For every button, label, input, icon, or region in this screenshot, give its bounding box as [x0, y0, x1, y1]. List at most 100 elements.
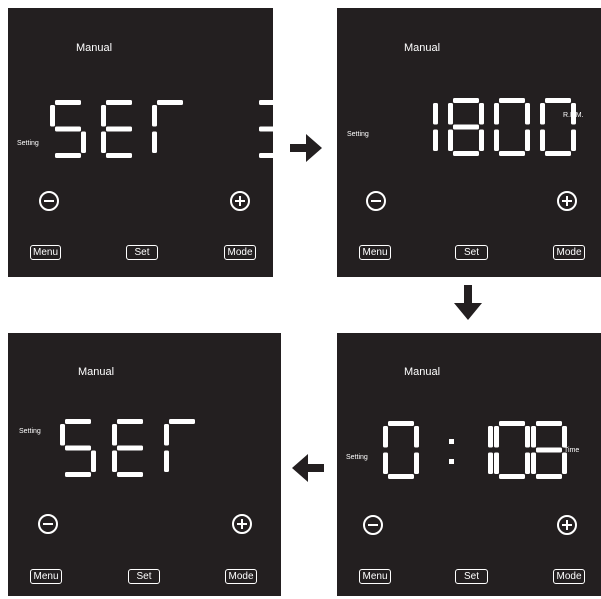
digit-1 — [101, 100, 132, 158]
segment-f — [540, 103, 545, 125]
arrow-down-icon — [454, 285, 482, 320]
segment-f — [383, 426, 388, 448]
set-button[interactable]: Set — [455, 245, 488, 260]
menu-button[interactable]: Menu — [359, 245, 391, 260]
menu-button[interactable]: Menu — [359, 569, 391, 584]
segment-g — [259, 126, 285, 132]
segment-g — [453, 124, 479, 130]
segment-e — [101, 131, 106, 153]
segment-f — [112, 424, 117, 446]
minus-icon — [44, 200, 54, 202]
segment-d — [106, 153, 132, 158]
segment-d — [117, 472, 143, 477]
seven-segment-display — [60, 419, 195, 477]
segment-b — [285, 105, 290, 127]
segment-d — [499, 474, 525, 479]
segment-e — [494, 129, 499, 151]
segment-d — [545, 151, 571, 156]
minus-icon — [368, 524, 378, 526]
minus-button[interactable] — [38, 514, 58, 534]
digit-0 — [50, 100, 86, 158]
set-button[interactable]: Set — [455, 569, 488, 584]
segment-c — [414, 452, 419, 474]
segment-d — [388, 474, 414, 479]
segment-a — [388, 421, 414, 426]
seven-segment-display — [433, 98, 576, 156]
segment-f — [50, 105, 55, 127]
colon-dot-1 — [449, 459, 454, 464]
colon-dot-0 — [449, 439, 454, 444]
set-button[interactable]: Set — [128, 569, 160, 584]
mode-button[interactable]: Mode — [225, 569, 257, 584]
mode-button[interactable]: Mode — [553, 569, 585, 584]
segment-b — [433, 103, 438, 125]
digit-1 — [448, 98, 484, 156]
digit-2 — [152, 100, 183, 153]
plus-button[interactable] — [230, 191, 250, 211]
segment-a — [157, 100, 183, 105]
digit-3 — [540, 98, 576, 156]
segment-d — [453, 151, 479, 156]
segment-b — [479, 103, 484, 125]
digit-2 — [494, 98, 530, 156]
segment-a — [259, 100, 285, 105]
minus-button[interactable] — [39, 191, 59, 211]
segment-g — [106, 126, 132, 132]
segment-d — [499, 151, 525, 156]
segment-c — [525, 129, 530, 151]
segment-e — [164, 450, 169, 472]
minus-button[interactable] — [363, 515, 383, 535]
segment-d — [536, 474, 562, 479]
segment-f — [164, 424, 169, 446]
minus-icon — [371, 200, 381, 202]
digit-4 — [531, 421, 567, 479]
segment-b — [525, 103, 530, 125]
segment-c — [81, 131, 86, 153]
segment-e — [448, 129, 453, 151]
segment-a — [499, 421, 525, 426]
set-button[interactable]: Set — [126, 245, 158, 260]
digit-3 — [494, 421, 530, 479]
segment-g — [536, 447, 562, 453]
mode-button[interactable]: Mode — [553, 245, 585, 260]
segment-a — [117, 419, 143, 424]
segment-b — [525, 426, 530, 448]
segment-e — [112, 450, 117, 472]
segment-c — [91, 450, 96, 472]
segment-g — [117, 445, 143, 451]
segment-d — [259, 153, 285, 158]
mode-button[interactable]: Mode — [224, 245, 256, 260]
menu-button[interactable]: Menu — [30, 569, 62, 584]
segment-b — [488, 426, 493, 448]
plus-button[interactable] — [557, 191, 577, 211]
arrow-right-icon — [290, 134, 322, 162]
segment-a — [55, 100, 81, 105]
segment-g — [65, 445, 91, 451]
plus-button[interactable] — [232, 514, 252, 534]
menu-button[interactable]: Menu — [30, 245, 61, 260]
minus-button[interactable] — [366, 191, 386, 211]
segment-e — [152, 131, 157, 153]
plus-button[interactable] — [557, 515, 577, 535]
segment-e — [383, 452, 388, 474]
digit-2 — [488, 426, 493, 474]
segment-c — [562, 452, 567, 474]
segment-e — [531, 452, 536, 474]
digit-0 — [383, 421, 419, 479]
digit-1 — [112, 419, 143, 477]
digit-0 — [60, 419, 96, 477]
segment-f — [152, 105, 157, 127]
segment-c — [479, 129, 484, 151]
digit-0 — [433, 103, 438, 151]
segment-f — [494, 426, 499, 448]
panel-set-3: Manual Setting Menu Set Mode — [8, 8, 290, 277]
segment-a — [169, 419, 195, 424]
segment-a — [545, 98, 571, 103]
segment-d — [55, 153, 81, 158]
seven-segment-display — [50, 100, 290, 158]
panel-time-0108: Manual Setting Time Menu Set Mode — [337, 333, 601, 596]
minus-icon — [43, 523, 53, 525]
segment-a — [453, 98, 479, 103]
segment-b — [562, 426, 567, 448]
segment-f — [494, 103, 499, 125]
